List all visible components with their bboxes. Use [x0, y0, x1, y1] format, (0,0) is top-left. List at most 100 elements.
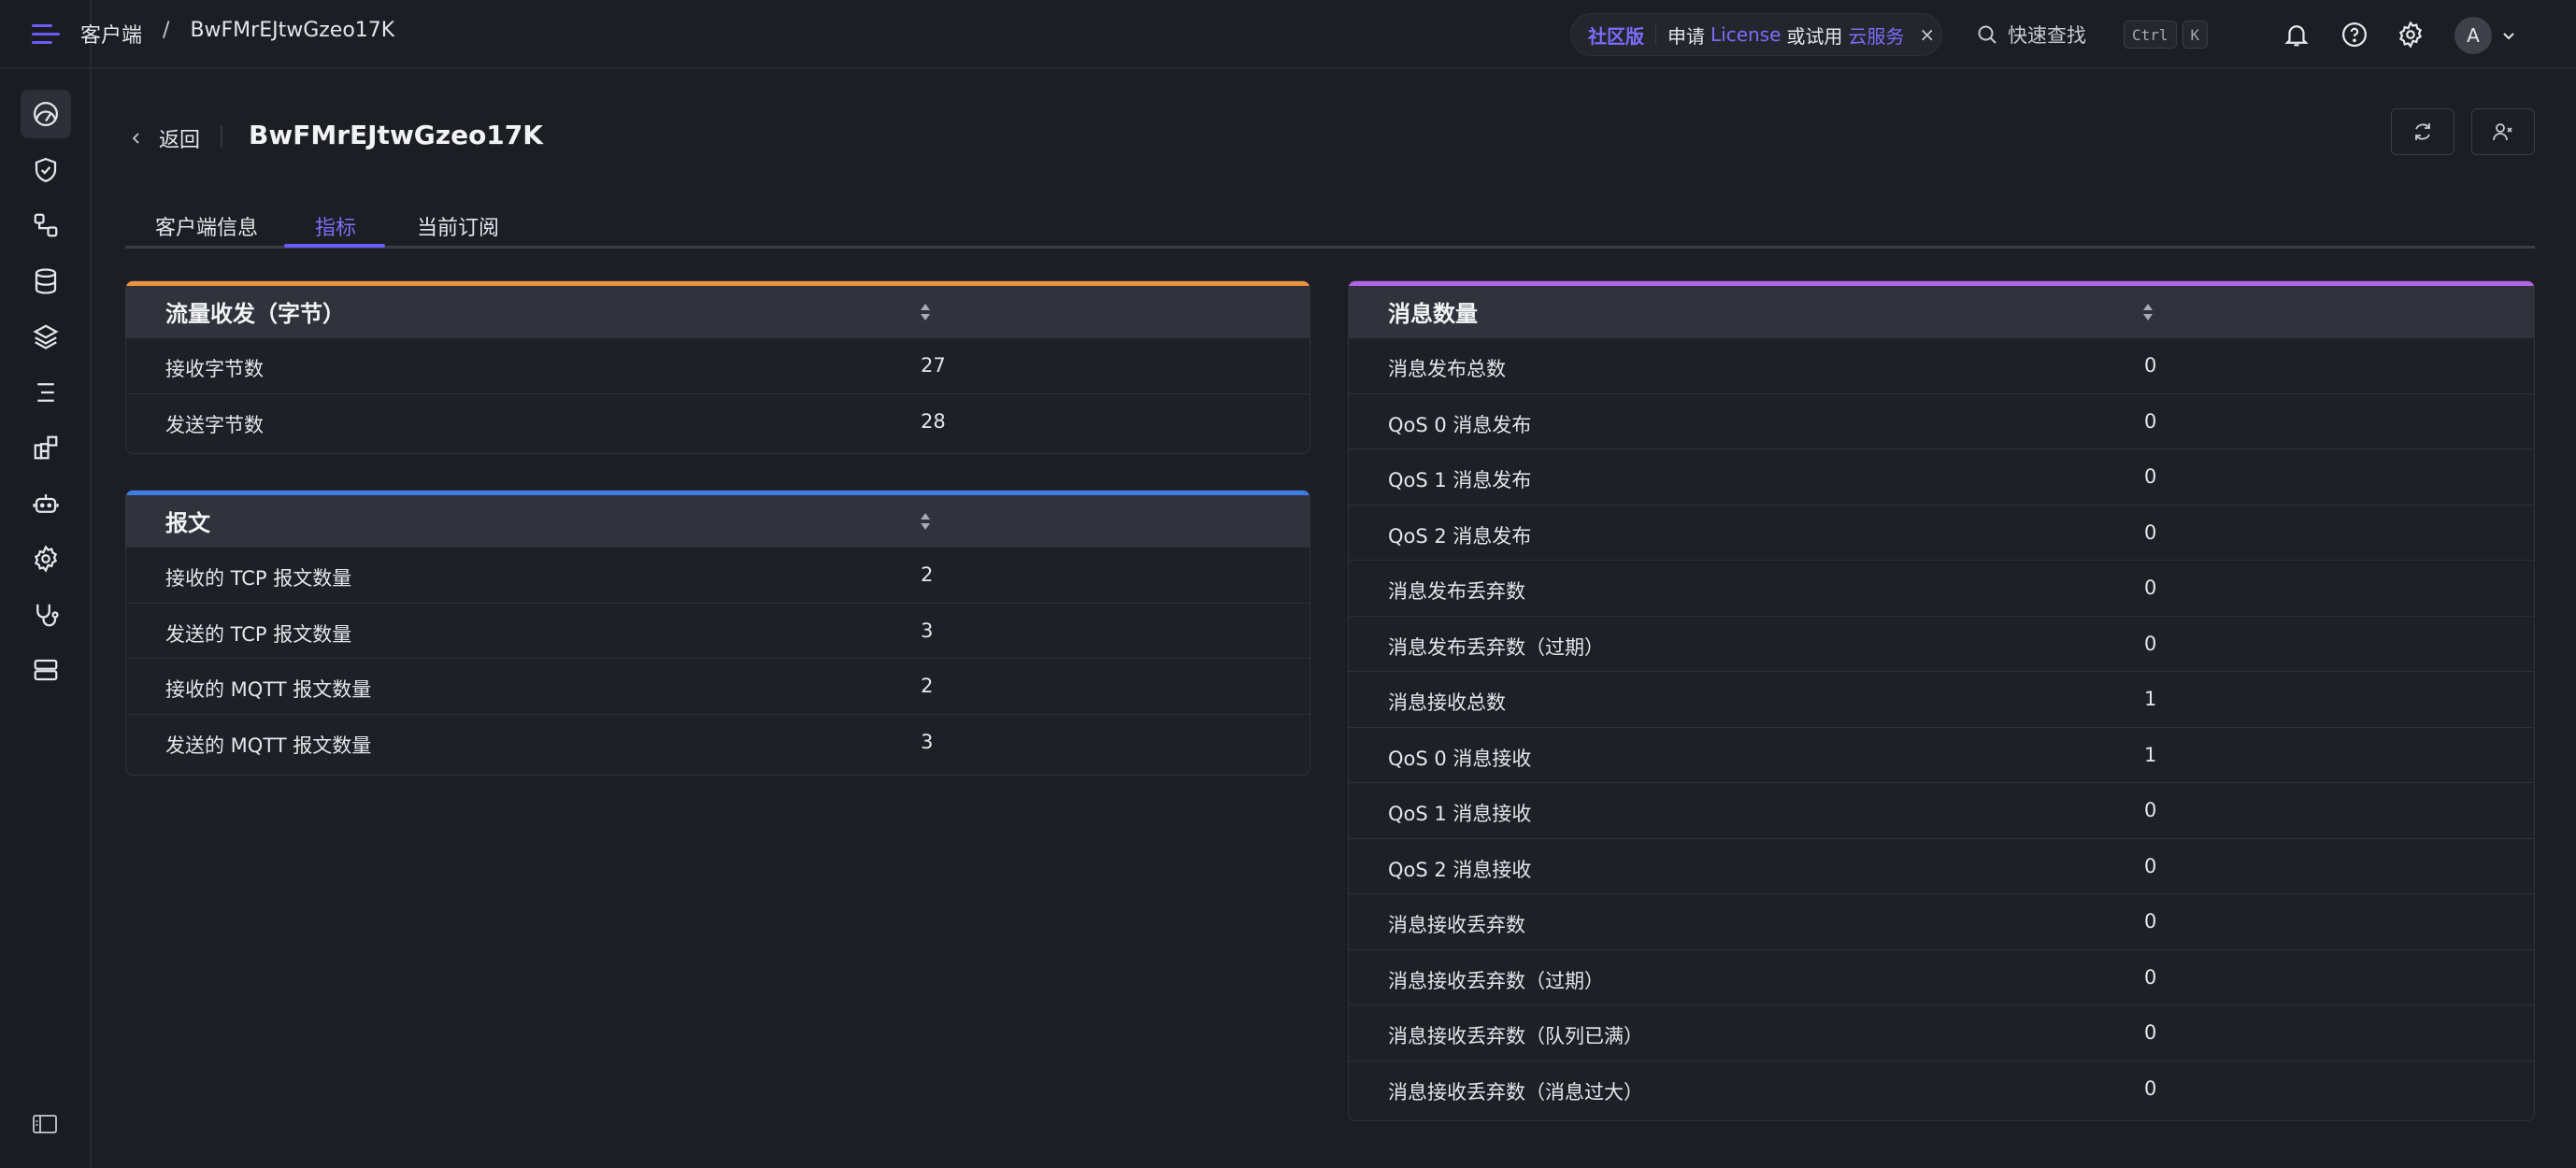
- metric-label: QoS 0 消息接收: [1388, 747, 1532, 770]
- sidebar-nav: [21, 90, 71, 702]
- sidebar-item-robot[interactable]: [21, 479, 71, 528]
- sort-icon[interactable]: [2141, 302, 2154, 322]
- metric-label: 接收的 TCP 报文数量: [165, 567, 352, 590]
- sidebar-item-logs[interactable]: [21, 368, 71, 417]
- sidebar-item-settings[interactable]: [21, 534, 71, 583]
- chevron-down-icon[interactable]: [2499, 26, 2518, 45]
- metric-value: 3: [921, 730, 934, 753]
- traffic-card-title: 流量收发（字节）: [165, 301, 345, 327]
- back-button[interactable]: 返回: [129, 123, 200, 153]
- kick-client-button[interactable]: [2471, 108, 2535, 155]
- sidebar-item-layers[interactable]: [21, 312, 71, 361]
- notifications-button[interactable]: [2279, 17, 2314, 52]
- cloud-service-link[interactable]: 云服务: [1848, 21, 1904, 49]
- traffic-card: 流量收发（字节） 接收字节数 27 发送字节数 28: [125, 280, 1310, 454]
- bell-icon: [2284, 25, 2309, 47]
- help-button[interactable]: [2337, 17, 2372, 52]
- promo-divider: [1655, 24, 1656, 45]
- metric-label: QoS 2 消息接收: [1388, 858, 1532, 881]
- metric-value: 2: [921, 675, 934, 697]
- metric-label: 消息接收丢弃数（过期）: [1388, 969, 1604, 992]
- search-placeholder: 快速查找: [2008, 24, 2086, 47]
- table-row: QoS 2 消息接收 0: [1349, 839, 2534, 894]
- messages-card-header: 消息数量: [1349, 286, 2534, 338]
- sort-icon[interactable]: [919, 302, 932, 322]
- metric-label: 消息发布总数: [1388, 358, 1506, 380]
- header-divider: [221, 125, 222, 148]
- metric-value: 2: [921, 563, 934, 586]
- packets-card-header: 报文: [126, 495, 1309, 548]
- metric-label: 消息接收丢弃数（队列已满）: [1388, 1025, 1643, 1047]
- table-row: 消息接收总数 1: [1349, 672, 2534, 728]
- table-row: 消息接收丢弃数（队列已满） 0: [1349, 1005, 2534, 1061]
- shield-check-icon: [35, 157, 57, 182]
- metric-label: 消息发布丢弃数（过期）: [1388, 635, 1604, 659]
- metric-label: 消息发布丢弃数: [1388, 580, 1525, 603]
- table-row: 发送的 MQTT 报文数量 3: [126, 715, 1309, 771]
- metric-value: 0: [2144, 632, 2157, 655]
- breadcrumb-current: BwFMrEJtwGzeo17K: [190, 19, 395, 42]
- search-icon: [1978, 25, 1996, 44]
- breadcrumb: 客户端 / BwFMrEJtwGzeo17K: [80, 19, 394, 49]
- sidebar-item-plugins[interactable]: [21, 423, 71, 472]
- metric-label: QoS 2 消息发布: [1388, 524, 1532, 548]
- tab-metrics[interactable]: 指标: [315, 211, 356, 241]
- metric-value: 0: [2144, 965, 2157, 989]
- top-bar: 客户端 / BwFMrEJtwGzeo17K 社区版 申请 License 或试…: [0, 0, 2576, 69]
- metric-value: 0: [2144, 799, 2157, 821]
- sidebar-item-auth[interactable]: [21, 146, 71, 194]
- metric-value: 0: [2144, 577, 2157, 599]
- traffic-card-header: 流量收发（字节）: [126, 286, 1309, 338]
- shortcut-key-k: K: [2182, 21, 2209, 49]
- user-avatar[interactable]: A: [2454, 17, 2492, 54]
- tab-client-info[interactable]: 客户端信息: [155, 211, 258, 241]
- sidebar-collapse-button[interactable]: [28, 1110, 62, 1138]
- sidebar-item-dashboard[interactable]: [21, 90, 71, 138]
- table-row: 消息发布丢弃数 0: [1349, 561, 2534, 617]
- metric-label: 消息接收丢弃数（消息过大）: [1388, 1080, 1643, 1104]
- metric-value: 27: [921, 354, 946, 377]
- metric-label: 接收的 MQTT 报文数量: [165, 678, 372, 701]
- refresh-button[interactable]: [2391, 108, 2454, 155]
- metric-label: 消息接收丢弃数: [1388, 914, 1525, 936]
- gear-icon: [2398, 21, 2423, 49]
- sidebar-item-diagnose[interactable]: [21, 591, 71, 639]
- gear-icon: [34, 545, 58, 573]
- metric-value: 28: [921, 409, 946, 433]
- license-link[interactable]: License: [1710, 23, 1781, 46]
- metric-label: QoS 1 消息发布: [1388, 469, 1532, 491]
- metric-value: 0: [2144, 465, 2157, 488]
- promo-close-icon[interactable]: ×: [1919, 23, 1935, 46]
- sidebar-item-cluster[interactable]: [21, 646, 71, 694]
- breadcrumb-section[interactable]: 客户端: [80, 19, 142, 49]
- server-icon: [34, 659, 58, 681]
- table-row: QoS 0 消息发布 0: [1349, 394, 2534, 449]
- robot-icon: [33, 493, 59, 513]
- edition-promo-banner: 社区版 申请 License 或试用 云服务 ×: [1570, 13, 1942, 56]
- sidebar-item-storage[interactable]: [21, 257, 71, 306]
- sidebar-item-integration[interactable]: [21, 201, 71, 249]
- packets-card-title: 报文: [165, 510, 210, 536]
- chevron-left-icon: [132, 133, 139, 144]
- back-label: 返回: [159, 129, 201, 152]
- metric-label: 发送的 TCP 报文数量: [165, 622, 352, 646]
- table-row: 消息接收丢弃数（过期） 0: [1349, 950, 2534, 1005]
- database-icon: [35, 267, 57, 294]
- table-row: 发送的 TCP 报文数量 3: [126, 604, 1309, 659]
- table-row: 发送字节数 28: [126, 394, 1309, 450]
- quick-search[interactable]: 快速查找 Ctrl K: [1963, 13, 2243, 56]
- sort-icon[interactable]: [919, 511, 932, 532]
- flow-icon: [34, 213, 58, 237]
- active-tab-indicator: [284, 244, 385, 248]
- refresh-icon: [2415, 123, 2430, 140]
- edition-badge: 社区版: [1588, 24, 1644, 48]
- tab-subscriptions[interactable]: 当前订阅: [417, 211, 499, 241]
- table-row: 消息接收丢弃数（消息过大） 0: [1349, 1061, 2534, 1118]
- metric-value: 3: [921, 619, 934, 642]
- metric-value: 1: [2144, 688, 2157, 710]
- table-row: 接收字节数 27: [126, 338, 1309, 394]
- settings-button[interactable]: [2393, 17, 2428, 52]
- metric-label: 接收字节数: [165, 358, 264, 380]
- metric-label: QoS 1 消息接收: [1388, 803, 1532, 825]
- packets-card: 报文 接收的 TCP 报文数量 2 发送的 TCP 报文数量 3 接收的 MQT…: [125, 490, 1310, 776]
